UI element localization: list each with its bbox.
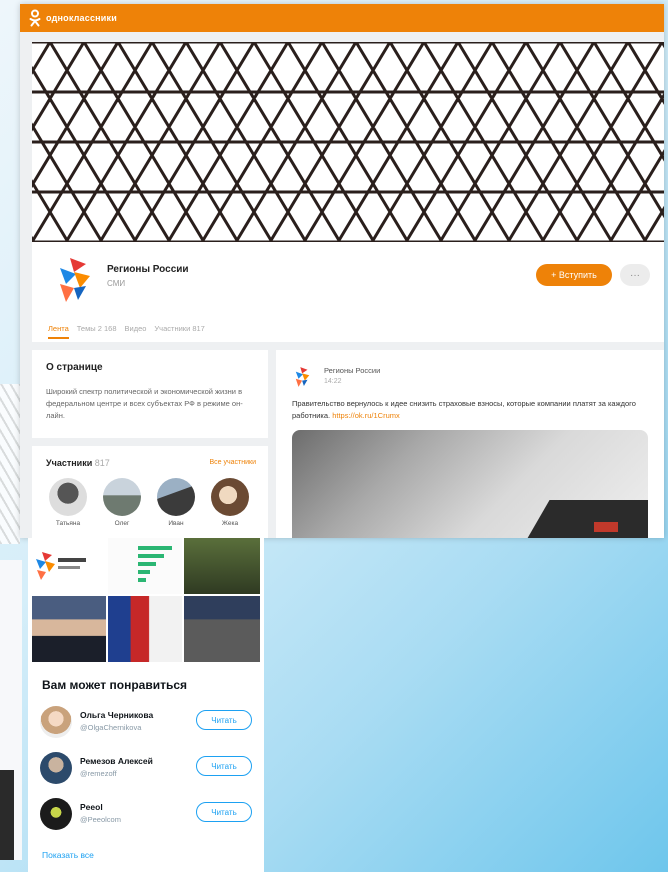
recommendation-handle: @OlgaChernikova	[80, 723, 142, 732]
feed-post: Регионы России 14:22 Правительство верну…	[276, 350, 664, 538]
post-time: 14:22	[324, 378, 342, 385]
recommendation-item[interactable]: Ольга Черникова @OlgaChernikova Читать	[40, 704, 254, 744]
background-pattern-strip	[0, 384, 20, 544]
recommendation-handle: @Peeolcom	[80, 815, 121, 824]
avatar	[211, 478, 249, 516]
post-image-object	[526, 500, 648, 538]
group-tabs: Лента Темы 2 168 Видео Участники 817	[48, 324, 205, 339]
avatar	[157, 478, 195, 516]
member-item[interactable]: Жека	[208, 478, 252, 527]
thumb-bar	[138, 578, 146, 582]
about-title: О странице	[46, 362, 103, 373]
avatar[interactable]	[40, 752, 72, 784]
member-item[interactable]: Татьяна	[46, 478, 90, 527]
recommendations-title: Вам может понравиться	[42, 678, 188, 692]
follow-button[interactable]: Читать	[196, 802, 252, 822]
tab-topics[interactable]: Темы 2 168	[77, 324, 117, 339]
members-count: 817	[94, 458, 110, 468]
members-card: Участники 817 Все участники Татьяна Олег…	[32, 446, 268, 538]
ok-logo-icon[interactable]	[28, 9, 42, 27]
background-dark-fragment	[0, 770, 14, 860]
media-thumb[interactable]	[184, 596, 260, 662]
recommendation-handle: @remezoff	[80, 769, 117, 778]
post-image-detail	[594, 522, 618, 532]
about-card: О странице Широкий спектр политической и…	[32, 350, 268, 438]
post-text: Правительство вернулось к идее снизить с…	[292, 398, 652, 422]
member-name: Жека	[221, 520, 239, 527]
group-header: Регионы России СМИ + Вступить ··· Лента …	[32, 242, 664, 342]
media-thumb[interactable]	[108, 596, 182, 662]
recommendation-name[interactable]: Ольга Черникова	[80, 710, 153, 720]
recommendation-item[interactable]: Ремезов Алексей @remezoff Читать	[40, 750, 254, 790]
member-name: Татьяна	[55, 520, 81, 527]
post-image[interactable]	[292, 430, 648, 538]
avatar	[49, 478, 87, 516]
tab-video[interactable]: Видео	[125, 324, 147, 339]
thumb-bar	[138, 554, 164, 558]
media-grid	[32, 538, 260, 662]
member-name: Иван	[168, 520, 184, 527]
thumb-bar	[138, 562, 156, 566]
members-title-label: Участники	[46, 458, 93, 468]
show-all-link[interactable]: Показать все	[42, 850, 94, 860]
recommendation-item[interactable]: Peeol @Peeolcom Читать	[40, 796, 254, 836]
member-name: Олег	[114, 520, 130, 527]
follow-button[interactable]: Читать	[196, 710, 252, 730]
ok-top-bar: одноклассники	[20, 4, 664, 32]
join-button[interactable]: + Вступить	[536, 264, 612, 286]
media-thumb[interactable]	[184, 538, 260, 594]
thumb-bar	[138, 546, 172, 550]
recommendation-name[interactable]: Peeol	[80, 802, 103, 812]
avatar[interactable]	[40, 798, 72, 830]
member-item[interactable]: Иван	[154, 478, 198, 527]
tab-feed[interactable]: Лента	[48, 324, 69, 339]
members-title: Участники 817	[46, 458, 110, 468]
ok-brand-name[interactable]: одноклассники	[46, 13, 117, 23]
ok-group-page: одноклассники Регионы России СМИ + Вступ…	[20, 4, 664, 538]
post-author-logo[interactable]	[294, 366, 312, 388]
more-button[interactable]: ···	[620, 264, 650, 286]
media-thumb[interactable]	[32, 596, 106, 662]
group-cover-image	[32, 42, 664, 242]
post-link[interactable]: https://ok.ru/1Crumx	[332, 411, 400, 420]
member-item[interactable]: Олег	[100, 478, 144, 527]
group-type: СМИ	[107, 279, 126, 288]
cover-pattern-lines	[32, 42, 664, 242]
about-text: Широкий спектр политической и экономичес…	[46, 387, 243, 420]
group-logo[interactable]	[56, 258, 96, 302]
tab-members[interactable]: Участники 817	[154, 324, 204, 339]
follow-button[interactable]: Читать	[196, 756, 252, 776]
recommendations-widget: Вам может понравиться Ольга Черникова @O…	[28, 538, 264, 872]
media-thumb[interactable]	[32, 538, 106, 594]
thumb-bar	[138, 570, 150, 574]
avatar[interactable]	[40, 706, 72, 738]
group-name[interactable]: Регионы России	[107, 264, 189, 275]
post-author[interactable]: Регионы России	[324, 366, 380, 375]
all-members-link[interactable]: Все участники	[209, 459, 256, 466]
media-thumb-chart[interactable]	[108, 538, 182, 594]
cover-triangle-pattern	[32, 42, 664, 242]
recommendation-name[interactable]: Ремезов Алексей	[80, 756, 153, 766]
avatar	[103, 478, 141, 516]
regions-logo-thumb	[36, 552, 86, 580]
